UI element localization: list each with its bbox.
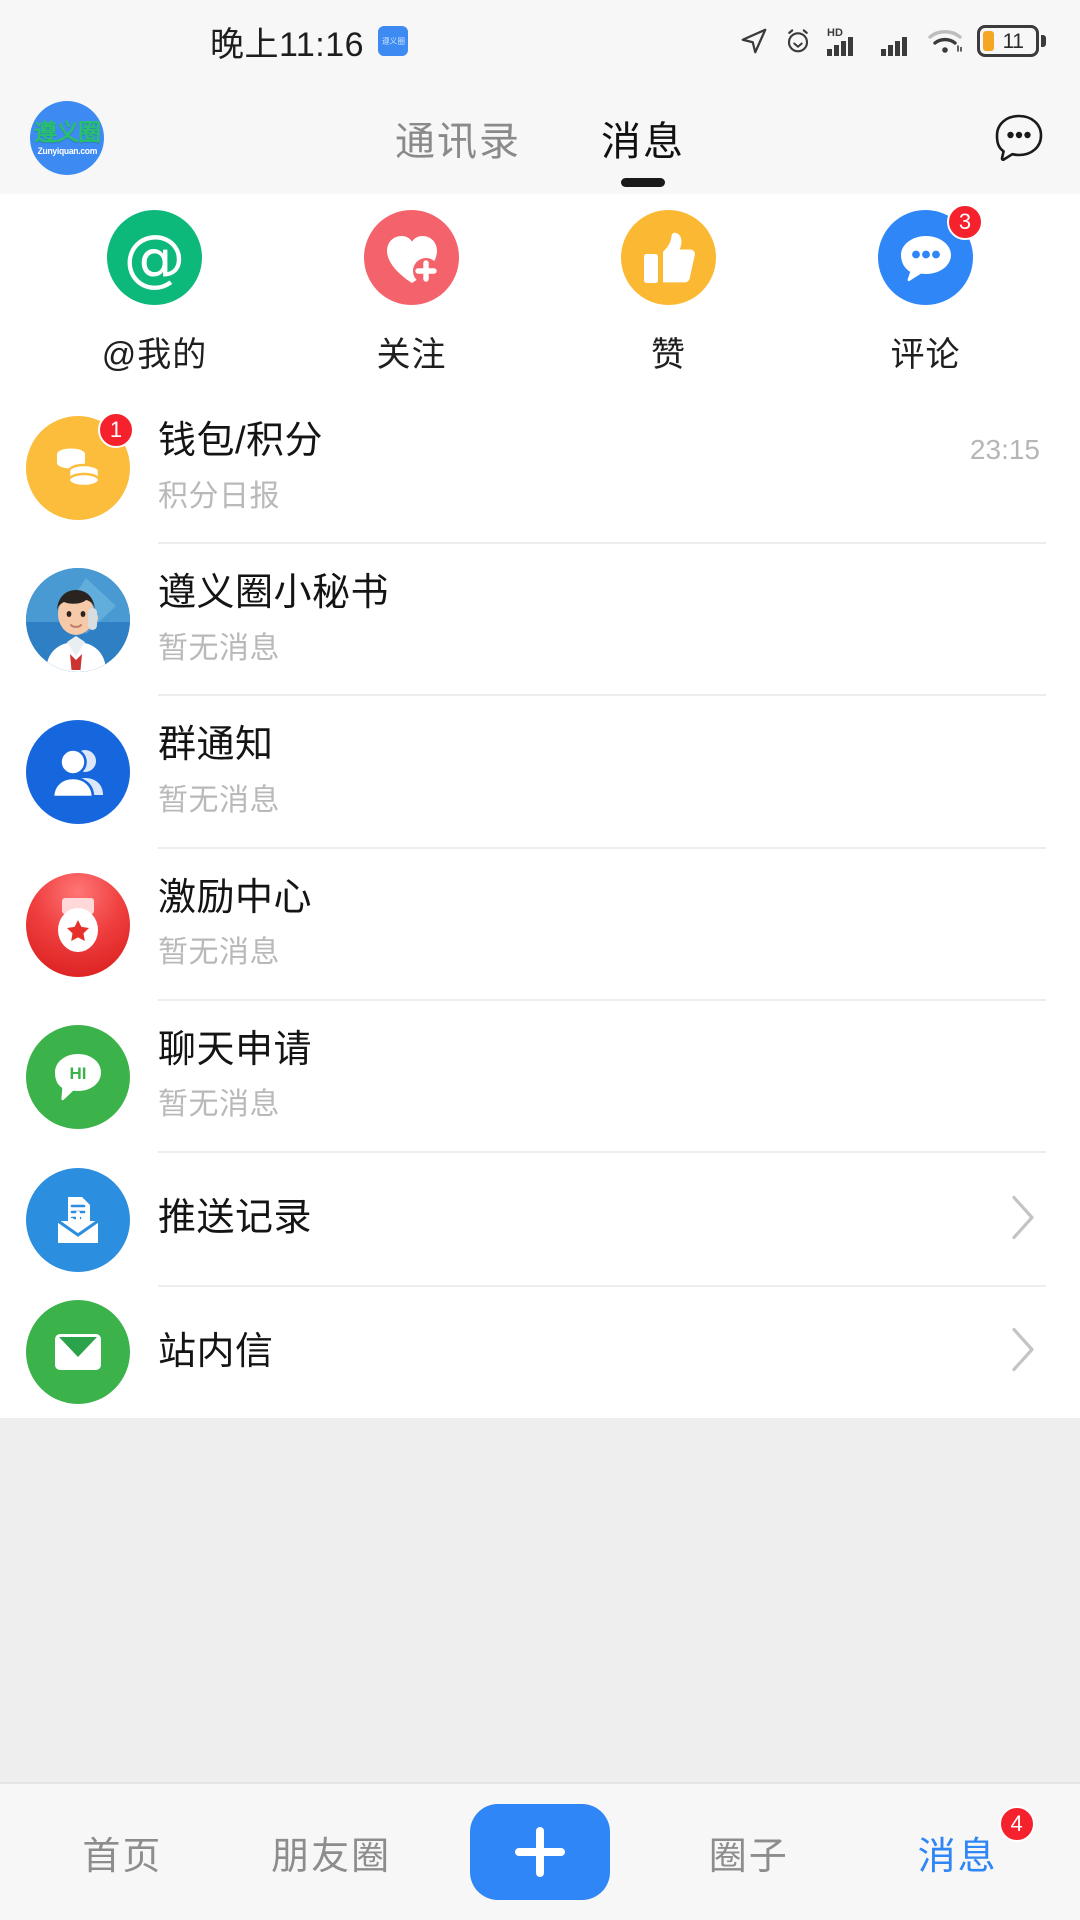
nav-item-messages[interactable]: 消息 4	[863, 1784, 1053, 1920]
nav-item-home[interactable]: 首页	[27, 1784, 217, 1920]
tab-active-indicator	[621, 178, 665, 187]
list-item-subtitle: 暂无消息	[158, 936, 280, 970]
wifi-icon	[927, 26, 963, 56]
quick-action-follow-label: 关注	[376, 336, 447, 374]
app-logo-cn: 遵义圈	[34, 118, 101, 145]
quick-action-like-label: 赞	[651, 336, 686, 374]
list-item-title: 聊天申请	[158, 1028, 313, 1071]
message-list: 1 钱包/积分 积分日报 23:15 遵义圈小秘书 暂无消息 群通知 暂无消息 …	[0, 392, 1080, 1419]
hi-bubble-icon: HI	[26, 1024, 130, 1129]
hd-signal-icon: HD	[827, 25, 867, 57]
list-item[interactable]: HI 聊天申请 暂无消息	[0, 1001, 1080, 1153]
header-tabs: 通讯录 消息	[0, 82, 1080, 194]
list-item-subtitle: 暂无消息	[158, 784, 280, 818]
app-header: 遵义圈 Zunyiquan.com 通讯录 消息	[0, 82, 1080, 194]
list-item-text: 激励中心 暂无消息	[158, 849, 1046, 1001]
wallet-coins-icon: 1	[26, 412, 134, 521]
app-root: 晚上11:16 遵义圈 HD 11 遵义圈 Zunyiquan.com 通讯录 …	[0, 0, 1080, 1920]
heart-plus-icon	[364, 210, 459, 305]
list-item[interactable]: 遵义圈小秘书 暂无消息	[0, 544, 1080, 697]
list-item[interactable]: 1 钱包/积分 积分日报 23:15	[0, 392, 1080, 545]
status-bar-left: 晚上11:16 遵义圈	[210, 17, 409, 66]
battery-icon: 11	[977, 25, 1046, 57]
quick-actions-row: @ @我的 关注 赞 3 评论	[0, 194, 1080, 392]
list-item-title: 遵义圈小秘书	[158, 572, 390, 615]
nav-item-circles-label: 圈子	[708, 1835, 789, 1878]
quick-action-follow[interactable]: 关注	[312, 210, 512, 376]
comment-dots-icon: 3	[878, 204, 983, 305]
list-item[interactable]: 激励中心 暂无消息	[0, 849, 1080, 1001]
nav-item-publish[interactable]	[445, 1784, 635, 1920]
customer-service-avatar	[26, 568, 130, 673]
list-item[interactable]: 群通知 暂无消息	[0, 696, 1080, 849]
list-item-text: 推送记录	[158, 1153, 1046, 1287]
quick-action-at-me[interactable]: @ @我的	[55, 210, 255, 376]
at-glyph: @	[123, 220, 186, 294]
tab-contacts[interactable]: 通讯录	[391, 103, 525, 173]
list-item[interactable]: 推送记录	[0, 1153, 1080, 1287]
app-logo-en: Zunyiquan.com	[37, 145, 97, 156]
app-logo[interactable]: 遵义圈 Zunyiquan.com	[30, 101, 104, 175]
list-item-subtitle: 暂无消息	[158, 631, 280, 665]
envelope-icon	[26, 1300, 130, 1405]
list-item[interactable]: 站内信	[0, 1287, 1080, 1419]
list-item-text: 聊天申请 暂无消息	[158, 1001, 1046, 1153]
inbox-document-icon	[26, 1167, 130, 1272]
quick-action-comment[interactable]: 3 评论	[826, 204, 1026, 376]
red-packet-star-icon	[26, 872, 130, 977]
at-icon: @	[107, 210, 202, 305]
tab-contacts-label: 通讯录	[395, 120, 521, 164]
status-time: 晚上11:16	[210, 25, 365, 64]
nav-item-home-label: 首页	[82, 1835, 163, 1878]
list-item-text: 群通知 暂无消息	[158, 696, 1046, 849]
unread-badge: 1	[98, 412, 134, 449]
thumbs-up-icon	[621, 210, 716, 305]
list-item-title: 推送记录	[158, 1196, 313, 1239]
list-item-text: 钱包/积分 积分日报	[158, 392, 1046, 545]
svg-text:HI: HI	[70, 1064, 87, 1083]
chat-ellipsis-icon	[995, 114, 1043, 161]
nav-item-moments-label: 朋友圈	[271, 1835, 392, 1878]
svg-text:HD: HD	[827, 27, 843, 39]
chevron-right-icon	[1010, 1194, 1036, 1245]
zunyiquan-app-icon: 遵义圈	[378, 26, 409, 56]
group-user-icon	[26, 720, 130, 825]
list-item-time: 23:15	[969, 434, 1040, 465]
quick-action-like[interactable]: 赞	[569, 210, 769, 376]
bottom-navigation: 首页 朋友圈 圈子 消息 4	[0, 1782, 1080, 1920]
quick-action-comment-label: 评论	[890, 336, 961, 374]
tab-messages[interactable]: 消息	[597, 103, 689, 187]
list-item-text: 站内信	[158, 1287, 1046, 1419]
alarm-clock-icon	[783, 26, 813, 56]
plus-icon	[469, 1804, 610, 1900]
more-options-button[interactable]	[988, 107, 1050, 169]
chevron-right-icon	[1010, 1327, 1036, 1378]
message-list-container[interactable]: 1 钱包/积分 积分日报 23:15 遵义圈小秘书 暂无消息 群通知 暂无消息 …	[0, 392, 1080, 1782]
list-item-subtitle: 积分日报	[158, 479, 280, 513]
list-empty-space	[0, 1418, 1080, 1782]
quick-action-comment-badge: 3	[947, 204, 983, 240]
battery-percent: 11	[1002, 29, 1024, 53]
nav-item-circles[interactable]: 圈子	[654, 1784, 844, 1920]
list-item-title: 站内信	[158, 1330, 274, 1373]
location-arrow-icon	[739, 26, 769, 56]
list-item-title: 钱包/积分	[158, 420, 324, 462]
nav-messages-badge: 4	[998, 1806, 1035, 1842]
list-item-title: 激励中心	[158, 876, 313, 919]
status-bar-right: HD 11	[739, 25, 1046, 57]
signal-bars-icon	[881, 25, 913, 57]
quick-action-at-me-label: @我的	[101, 336, 208, 374]
nav-item-messages-label: 消息	[917, 1835, 998, 1878]
list-item-text: 遵义圈小秘书 暂无消息	[158, 544, 1046, 697]
status-bar: 晚上11:16 遵义圈 HD 11	[0, 0, 1080, 82]
tab-messages-label: 消息	[601, 120, 685, 164]
nav-item-moments[interactable]: 朋友圈	[236, 1784, 426, 1920]
list-item-title: 群通知	[158, 724, 274, 767]
list-item-subtitle: 暂无消息	[158, 1088, 280, 1122]
